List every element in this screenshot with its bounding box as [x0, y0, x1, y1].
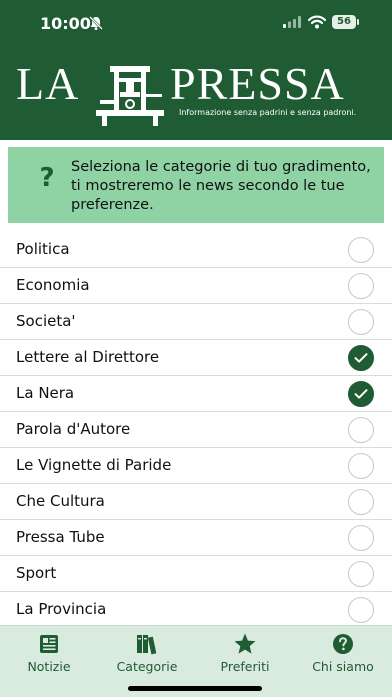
- tab-label: Chi siamo: [312, 659, 374, 674]
- category-label: Societa': [16, 312, 76, 330]
- category-label: Sport: [16, 564, 57, 582]
- status-time: 10:00: [40, 14, 91, 33]
- category-row[interactable]: Sport: [0, 556, 392, 592]
- preferences-info-banner: ? Seleziona le categorie di tuo gradimen…: [8, 147, 384, 223]
- category-row[interactable]: Pressa Tube: [0, 520, 392, 556]
- app-header: 10:00 56 LA PRESSA Informazione senza pa…: [0, 0, 392, 140]
- question-circle-icon: [333, 634, 353, 654]
- tab-chi-siamo[interactable]: Chi siamo: [303, 632, 383, 674]
- category-row[interactable]: Le Vignette di Paride: [0, 448, 392, 484]
- bell-slash-icon: [89, 16, 103, 30]
- tab-label: Notizie: [27, 659, 71, 674]
- empty-circle-icon[interactable]: [348, 597, 374, 623]
- cellular-signal-icon: [283, 16, 301, 28]
- tab-label: Preferiti: [220, 659, 270, 674]
- category-label: Economia: [16, 276, 90, 294]
- battery-indicator: 56: [332, 15, 359, 29]
- category-label: Pressa Tube: [16, 528, 105, 546]
- logo-text-left: LA: [16, 58, 80, 109]
- wifi-icon: [308, 15, 326, 29]
- empty-circle-icon[interactable]: [348, 237, 374, 263]
- category-label: Parola d'Autore: [16, 420, 131, 438]
- category-row[interactable]: La Nera: [0, 376, 392, 412]
- tab-notizie[interactable]: Notizie: [9, 632, 89, 674]
- brand-tagline: Informazione senza padrini e senza padro…: [179, 108, 357, 117]
- category-label: La Nera: [16, 384, 75, 402]
- logo-text-right: PRESSA: [170, 58, 345, 109]
- empty-circle-icon[interactable]: [348, 453, 374, 479]
- printing-press-icon: [96, 66, 164, 126]
- home-indicator[interactable]: [128, 686, 262, 691]
- empty-circle-icon[interactable]: [348, 489, 374, 515]
- category-row[interactable]: Economia: [0, 268, 392, 304]
- category-row[interactable]: Parola d'Autore: [0, 412, 392, 448]
- category-row[interactable]: Che Cultura: [0, 484, 392, 520]
- newspaper-icon: [40, 635, 58, 653]
- info-text: Seleziona le categorie di tuo gradimento…: [71, 159, 371, 213]
- empty-circle-icon[interactable]: [348, 417, 374, 443]
- star-icon: [234, 633, 256, 654]
- category-row[interactable]: La Provincia: [0, 592, 392, 627]
- tab-preferiti[interactable]: Preferiti: [205, 632, 285, 674]
- category-row[interactable]: Lettere al Direttore: [0, 340, 392, 376]
- checkmark-circle-icon[interactable]: [348, 345, 374, 371]
- category-row[interactable]: Politica: [0, 232, 392, 268]
- category-label: La Provincia: [16, 600, 107, 618]
- question-icon: ?: [39, 163, 55, 193]
- empty-circle-icon[interactable]: [348, 273, 374, 299]
- checkmark-circle-icon[interactable]: [348, 381, 374, 407]
- empty-circle-icon[interactable]: [348, 561, 374, 587]
- tab-categorie[interactable]: Categorie: [107, 632, 187, 674]
- empty-circle-icon[interactable]: [348, 309, 374, 335]
- status-bar: 10:00 56: [0, 0, 392, 46]
- books-icon: [137, 635, 157, 655]
- category-list: Politica Economia Societa' Lettere al Diret…: [0, 232, 392, 627]
- category-label: Lettere al Direttore: [16, 348, 160, 366]
- category-label: Che Cultura: [16, 492, 105, 510]
- category-row[interactable]: Societa': [0, 304, 392, 340]
- category-label: Politica: [16, 240, 70, 258]
- tab-label: Categorie: [116, 659, 178, 674]
- category-label: Le Vignette di Paride: [16, 456, 172, 474]
- empty-circle-icon[interactable]: [348, 525, 374, 551]
